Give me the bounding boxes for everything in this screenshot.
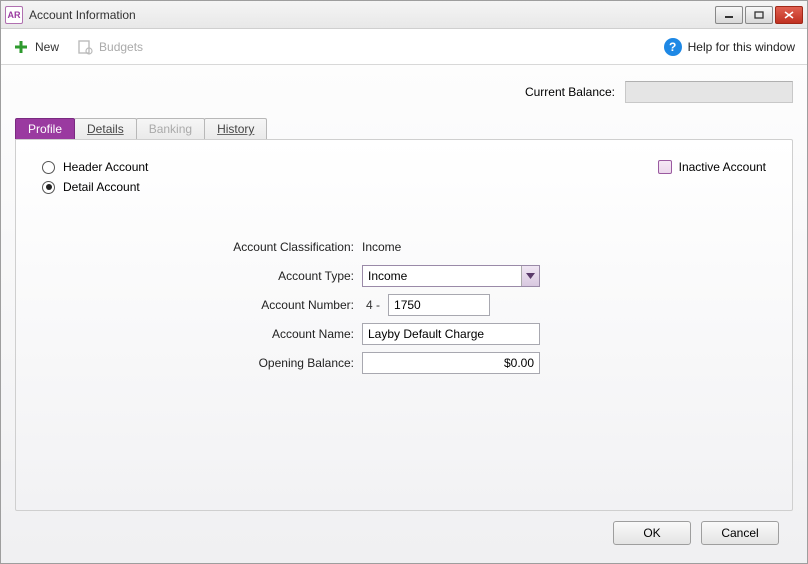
- budgets-icon: [77, 39, 93, 55]
- plus-icon: [13, 39, 29, 55]
- budgets-button[interactable]: Budgets: [77, 39, 143, 55]
- minimize-icon: [724, 11, 734, 19]
- account-number-input[interactable]: [388, 294, 490, 316]
- tab-history[interactable]: History: [204, 118, 267, 139]
- current-balance-label: Current Balance:: [525, 85, 615, 99]
- checkbox-icon: [658, 160, 672, 174]
- row-account-number: Account Number: 4 -: [192, 290, 766, 319]
- minimize-button[interactable]: [715, 6, 743, 24]
- current-balance-row: Current Balance:: [15, 81, 793, 103]
- account-type-value: Income: [368, 269, 407, 283]
- maximize-button[interactable]: [745, 6, 773, 24]
- radio-detail-label: Detail Account: [63, 180, 140, 194]
- inactive-account-checkbox[interactable]: Inactive Account: [658, 160, 766, 174]
- opening-balance-label: Opening Balance:: [192, 356, 362, 370]
- tab-row: Profile Details Banking History: [15, 117, 793, 139]
- row-opening-balance: Opening Balance:: [192, 348, 766, 377]
- classification-value: Income: [362, 240, 401, 254]
- window-title: Account Information: [29, 8, 715, 22]
- radio-icon: [42, 161, 55, 174]
- radio-detail-account[interactable]: Detail Account: [42, 180, 766, 194]
- help-link[interactable]: ? Help for this window: [664, 38, 795, 56]
- row-classification: Account Classification: Income: [192, 232, 766, 261]
- titlebar: AR Account Information: [1, 1, 807, 29]
- close-icon: [784, 11, 794, 19]
- footer-buttons: OK Cancel: [15, 511, 793, 555]
- dropdown-button[interactable]: [521, 266, 539, 286]
- inactive-account-label: Inactive Account: [679, 160, 766, 174]
- close-button[interactable]: [775, 6, 803, 24]
- tab-banking[interactable]: Banking: [136, 118, 205, 139]
- account-name-label: Account Name:: [192, 327, 362, 341]
- window-controls: [715, 6, 803, 24]
- account-form: Account Classification: Income Account T…: [192, 232, 766, 377]
- window-account-information: AR Account Information New: [0, 0, 808, 564]
- budgets-label: Budgets: [99, 40, 143, 54]
- cancel-button[interactable]: Cancel: [701, 521, 779, 545]
- account-type-select[interactable]: Income: [362, 265, 540, 287]
- opening-balance-input[interactable]: [362, 352, 540, 374]
- radio-icon: [42, 181, 55, 194]
- row-account-type: Account Type: Income: [192, 261, 766, 290]
- profile-panel: Header Account Detail Account Inactive A…: [15, 139, 793, 511]
- tab-profile[interactable]: Profile: [15, 118, 75, 139]
- chevron-down-icon: [526, 273, 535, 279]
- account-number-label: Account Number:: [192, 298, 362, 312]
- current-balance-field: [625, 81, 793, 103]
- help-icon: ?: [664, 38, 682, 56]
- account-number-prefix: 4 -: [366, 298, 380, 312]
- classification-label: Account Classification:: [192, 240, 362, 254]
- toolbar: New Budgets ? Help for this window: [1, 29, 807, 65]
- app-icon: AR: [5, 6, 23, 24]
- content-area: Current Balance: Profile Details Banking…: [1, 65, 807, 563]
- new-button[interactable]: New: [13, 39, 59, 55]
- row-account-name: Account Name:: [192, 319, 766, 348]
- help-label: Help for this window: [688, 40, 795, 54]
- maximize-icon: [754, 11, 764, 19]
- radio-header-label: Header Account: [63, 160, 148, 174]
- account-type-label: Account Type:: [192, 269, 362, 283]
- tab-details[interactable]: Details: [74, 118, 137, 139]
- new-label: New: [35, 40, 59, 54]
- account-name-input[interactable]: [362, 323, 540, 345]
- ok-button[interactable]: OK: [613, 521, 691, 545]
